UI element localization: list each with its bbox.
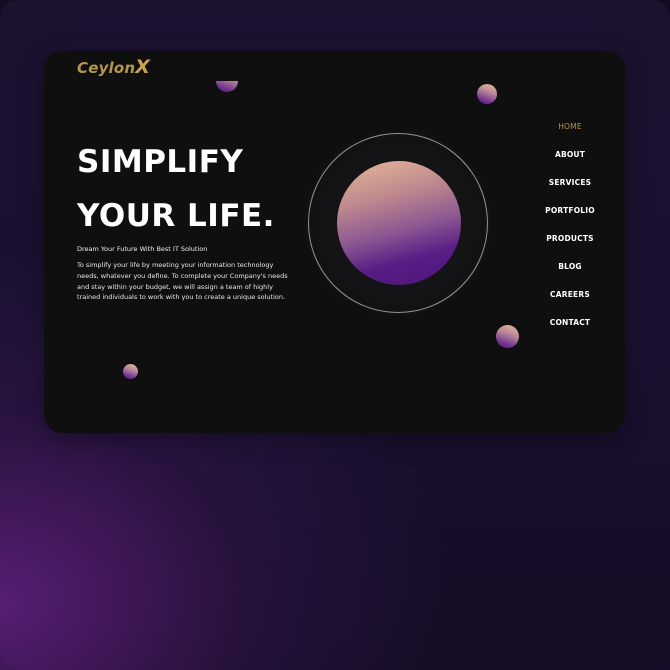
nav-item-services[interactable]: SERVICES: [538, 178, 602, 187]
website-preview-card: CeylonX SIMPLIFY YOUR LIFE. Dream Your F…: [44, 51, 625, 433]
logo-text: Ceylon: [77, 59, 136, 77]
gradient-orb: [337, 161, 461, 285]
hero-title-line2: YOUR LIFE.: [77, 198, 275, 234]
nav-item-careers[interactable]: CAREERS: [538, 290, 602, 299]
nav-item-about[interactable]: ABOUT: [538, 150, 602, 159]
hero-subtitle: Dream Your Future With Best IT Solution: [77, 245, 208, 253]
page-background: CeylonX SIMPLIFY YOUR LIFE. Dream Your F…: [0, 0, 670, 670]
decorative-sphere: [477, 84, 497, 104]
decorative-sphere: [496, 325, 519, 348]
decorative-sphere: [123, 364, 138, 379]
nav-item-products[interactable]: PRODUCTS: [538, 234, 602, 243]
nav-item-blog[interactable]: BLOG: [538, 262, 602, 271]
nav-item-home[interactable]: HOME: [538, 122, 602, 131]
decorative-sphere: [216, 81, 238, 92]
logo[interactable]: CeylonX: [77, 56, 150, 78]
nav-item-contact[interactable]: CONTACT: [538, 318, 602, 327]
nav-item-portfolio[interactable]: PORTFOLIO: [538, 206, 602, 215]
hero-title-line1: SIMPLIFY: [77, 144, 244, 180]
hero-description: To simplify your life by meeting your in…: [77, 261, 288, 302]
logo-x-mark: X: [135, 56, 151, 78]
